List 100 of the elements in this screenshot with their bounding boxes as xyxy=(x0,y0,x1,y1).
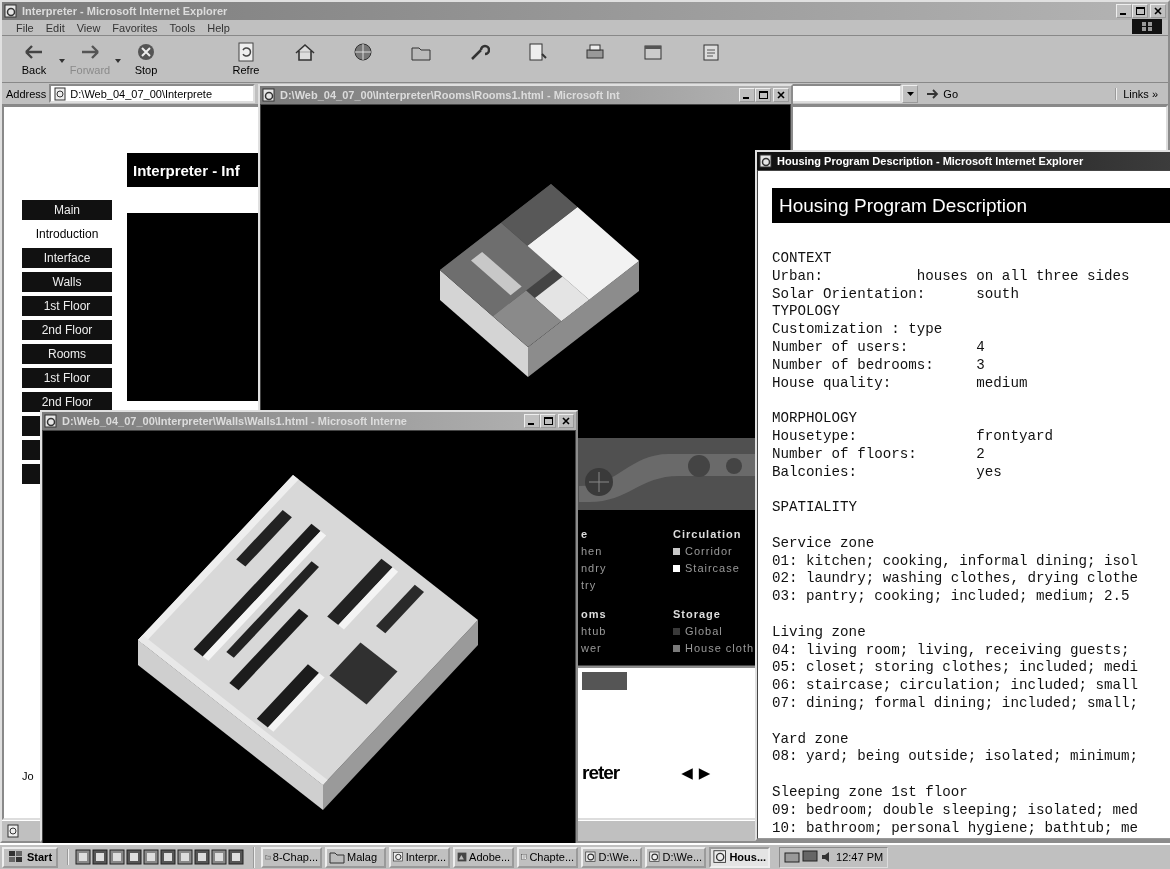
printer-icon[interactable] xyxy=(584,42,606,62)
menu-item[interactable]: Favorites xyxy=(112,21,158,34)
menu-item[interactable]: View xyxy=(76,21,101,34)
house-icon[interactable] xyxy=(294,42,316,62)
nav-button[interactable]: Rooms xyxy=(22,344,112,364)
refresh-icon xyxy=(235,42,257,62)
windows-logo-icon xyxy=(8,850,24,864)
browser-page-icon xyxy=(759,154,773,168)
caret-icon xyxy=(906,91,914,96)
back-button[interactable]: Back xyxy=(10,39,58,79)
browser-page-icon xyxy=(44,414,58,428)
description-line: TYPOLOGY xyxy=(772,303,842,322)
nav-button[interactable]: 2nd Floor xyxy=(22,392,112,412)
legend-label: Global xyxy=(685,624,723,639)
legend-label: hen xyxy=(581,544,603,559)
legend-heading: oms xyxy=(581,607,608,622)
menu-item[interactable]: Help xyxy=(207,21,230,34)
stop-icon xyxy=(135,42,157,62)
taskbar-button[interactable]: 8-Chap... xyxy=(261,846,323,868)
description-line: Sleeping zone 1st floor xyxy=(772,783,969,802)
monitor-icon xyxy=(802,850,819,864)
window-title: D:\Web_04_07_00\Interpreter\Walls\Walls1.html - Microsoft Interne xyxy=(62,415,407,427)
close-button[interactable] xyxy=(1150,4,1166,18)
description-line: 05: closet; storing clothes; included; medi xyxy=(772,659,1140,678)
window-title: D:\Web_04_07_00\Interpreter\Rooms\Rooms1.html - Microsoft Int xyxy=(280,89,620,101)
taskbar-button[interactable]: D:\We... xyxy=(581,846,643,868)
app-icon[interactable] xyxy=(143,849,160,865)
go-button[interactable]: Go xyxy=(922,87,963,100)
footer-text: Jo xyxy=(22,769,35,784)
nav-button[interactable]: Interface xyxy=(22,248,112,268)
refresh-button[interactable]: Refre xyxy=(232,39,260,79)
window-icon[interactable] xyxy=(642,42,664,62)
nav-button[interactable]: 2nd Floor xyxy=(22,320,112,340)
description-line: Customization : type xyxy=(772,321,944,339)
description-line: 02: laundry; washing clothes, drying clothe xyxy=(772,570,1140,589)
close-button[interactable] xyxy=(558,414,574,428)
section-bar xyxy=(582,672,627,690)
folder-icon xyxy=(329,849,346,865)
app-icon[interactable] xyxy=(75,849,92,865)
globe-icon[interactable] xyxy=(352,42,374,62)
stop-button[interactable]: Stop xyxy=(122,39,170,79)
nav-button[interactable]: Main xyxy=(22,200,112,220)
description-line: Service zone xyxy=(772,534,876,553)
legend-label: ndry xyxy=(581,561,607,576)
maximize-button[interactable] xyxy=(755,88,771,102)
start-button[interactable]: Start xyxy=(2,846,59,868)
description-line: Urban: houses on all three sides xyxy=(772,267,1131,286)
nav-button[interactable]: Walls xyxy=(22,272,112,292)
description-line: 08: yard; being outside; isolated; minimum; xyxy=(772,748,1140,767)
menu-item[interactable]: Edit xyxy=(45,21,65,34)
browser-page-icon xyxy=(262,88,276,102)
description-line: 09: bedroom; double sleeping; isolated; med xyxy=(772,801,1140,820)
app-icon[interactable] xyxy=(228,849,245,865)
caret-icon[interactable] xyxy=(115,59,121,63)
app-icon[interactable] xyxy=(109,849,126,865)
app-icon[interactable] xyxy=(194,849,211,865)
close-button[interactable] xyxy=(773,88,789,102)
nav-button[interactable]: 1st Floor xyxy=(22,296,112,316)
close-icon xyxy=(777,91,785,99)
minimize-button[interactable] xyxy=(524,414,540,428)
taskbar-button[interactable]: D:\We... xyxy=(645,846,707,868)
minimize-button[interactable] xyxy=(1116,4,1132,18)
document-icon[interactable] xyxy=(526,42,548,62)
window-title: Housing Program Description - Microsoft Internet Explorer xyxy=(777,155,1084,167)
menu-item[interactable]: File xyxy=(16,21,34,34)
description-line: 06: staircase; circulation; included; small xyxy=(772,677,1140,695)
links-button[interactable]: Links » xyxy=(1115,87,1164,100)
taskbar-button[interactable]: Adobe... xyxy=(453,846,515,868)
description-line: SPATIALITY xyxy=(772,499,859,517)
page-title: reter xyxy=(582,762,620,784)
maximize-button[interactable] xyxy=(1132,4,1148,18)
taskbar-button[interactable]: Malag xyxy=(325,846,387,868)
app-icon[interactable] xyxy=(211,849,228,865)
description-line: Yard zone xyxy=(772,730,850,749)
legend-label: Staircase xyxy=(685,561,740,576)
app-icon[interactable] xyxy=(160,849,177,865)
taskbar-button[interactable]: Interpr... xyxy=(389,846,451,868)
address-field[interactable]: D:\Web_04_07_00\Interprete xyxy=(49,84,256,103)
minimize-button[interactable] xyxy=(739,88,755,102)
close-icon xyxy=(1154,7,1162,15)
app-icon[interactable] xyxy=(126,849,143,865)
app-icon[interactable] xyxy=(92,849,109,865)
arrow-button[interactable]: ▶ xyxy=(698,764,711,782)
caret-icon[interactable] xyxy=(59,59,65,63)
notepad-icon[interactable] xyxy=(700,42,722,62)
maximize-icon xyxy=(543,417,553,425)
browser-page-icon xyxy=(713,849,728,865)
menu-item[interactable]: Tools xyxy=(169,21,196,34)
maximize-button[interactable] xyxy=(540,414,556,428)
taskbar-button[interactable]: Hous... xyxy=(709,846,771,868)
browser-page-icon xyxy=(4,4,18,18)
arrow-button[interactable]: ◀ xyxy=(681,764,693,782)
taskbar-button[interactable]: Chapte... xyxy=(517,846,579,868)
description-line: 01: kitchen; cooking, informal dining; isol xyxy=(772,552,1140,571)
nav-button[interactable]: 1st Floor xyxy=(22,368,112,388)
dropdown-button[interactable] xyxy=(902,84,919,103)
windows-logo-icon xyxy=(1132,19,1162,34)
app-icon[interactable] xyxy=(177,849,194,865)
description-line: 03: pantry; cooking; included; medium; 2.5 xyxy=(772,588,1131,606)
description-line: Solar Orientation: south xyxy=(772,285,1020,304)
